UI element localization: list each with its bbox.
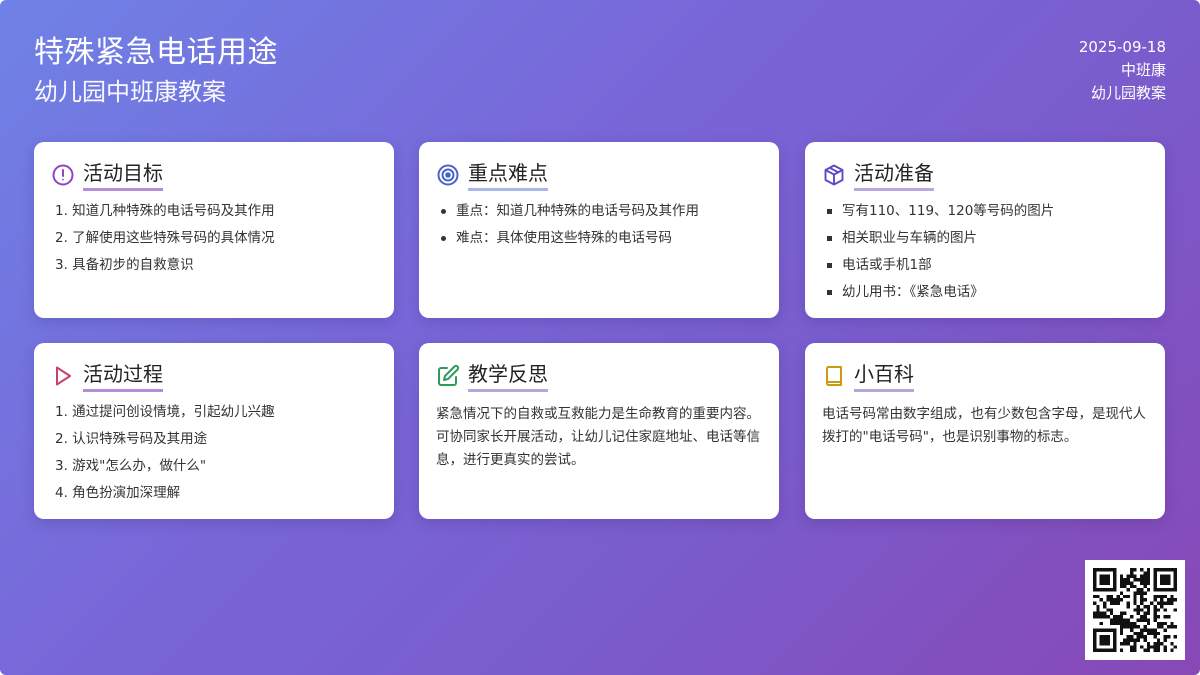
page-title: 特殊紧急电话用途 xyxy=(34,35,278,70)
list-item: 电话或手机1部 xyxy=(822,256,1149,274)
list-item: 3. 游戏"怎么办，做什么" xyxy=(55,458,207,474)
card-title: 重点难点 xyxy=(468,159,548,191)
qr-code-icon xyxy=(1085,560,1185,660)
card-header: 活动目标 xyxy=(51,159,378,191)
card-header: 重点难点 xyxy=(436,159,763,191)
list-item: 2. 了解使用这些特殊号码的具体情况 xyxy=(55,230,275,246)
list-item: 幼儿用书：《紧急电话》 xyxy=(822,283,1149,301)
card-activity-process: 活动过程 1. 通过提问创设情境，引起幼儿兴趣 2. 认识特殊号码及其用途 3.… xyxy=(34,343,394,519)
list-item: 写有110、119、120等号码的图片 xyxy=(822,202,1149,220)
card-header: 小百科 xyxy=(822,360,1149,392)
list-item: 1. 通过提问创设情境，引起幼儿兴趣 xyxy=(55,404,275,420)
doc-type-label: 幼儿园教案 xyxy=(1090,84,1166,102)
list-item: 1. 知道几种特殊的电话号码及其作用 xyxy=(55,203,275,219)
class-label: 中班康 xyxy=(1120,61,1166,79)
exclamation-circle-icon xyxy=(51,163,75,187)
card-header: 活动准备 xyxy=(822,159,1149,191)
card-header: 教学反思 xyxy=(436,360,763,392)
date-label: 2025-09-18 xyxy=(1078,38,1166,56)
goals-list: 1. 知道几种特殊的电话号码及其作用 2. 了解使用这些特殊号码的具体情况 3.… xyxy=(51,202,378,274)
encyclopedia-text: 电话号码常由数字组成，也有少数包含字母，是现代人拨打的"电话号码"，也是识别事物… xyxy=(822,406,1146,445)
card-title: 活动过程 xyxy=(83,360,163,392)
card-title: 教学反思 xyxy=(468,360,548,392)
header-meta: 2025-09-18 中班康 幼儿园教案 xyxy=(1079,36,1166,105)
list-item: 重点：知道几种特殊的电话号码及其作用 xyxy=(436,202,763,220)
card-title: 活动目标 xyxy=(83,159,163,191)
page-subtitle: 幼儿园中班康教案 xyxy=(34,78,226,106)
list-item: 难点：具体使用这些特殊的电话号码 xyxy=(436,229,763,247)
card-title: 小百科 xyxy=(854,360,914,392)
list-item: 3. 具备初步的自救意识 xyxy=(55,257,194,273)
list-item: 2. 认识特殊号码及其用途 xyxy=(55,431,208,447)
play-icon xyxy=(51,364,75,388)
card-encyclopedia: 小百科 电话号码常由数字组成，也有少数包含字母，是现代人拨打的"电话号码"，也是… xyxy=(805,343,1165,519)
card-header: 活动过程 xyxy=(51,360,378,392)
lesson-plan-page: 特殊紧急电话用途 幼儿园中班康教案 2025-09-18 中班康 幼儿园教案 活… xyxy=(0,0,1200,675)
edit-icon xyxy=(436,364,460,388)
card-preparation: 活动准备 写有110、119、120等号码的图片 相关职业与车辆的图片 电话或手… xyxy=(805,142,1165,318)
target-icon xyxy=(436,163,460,187)
list-item: 相关职业与车辆的图片 xyxy=(822,229,1149,247)
card-teaching-reflection: 教学反思 紧急情况下的自救或互救能力是生命教育的重要内容。可协同家长开展活动，让… xyxy=(419,343,779,519)
list-item: 4. 角色扮演加深理解 xyxy=(55,485,181,501)
reflection-text: 紧急情况下的自救或互救能力是生命教育的重要内容。可协同家长开展活动，让幼儿记住家… xyxy=(436,406,760,468)
card-key-points: 重点难点 重点：知道几种特殊的电话号码及其作用 难点：具体使用这些特殊的电话号码 xyxy=(419,142,779,318)
key-points-list: 重点：知道几种特殊的电话号码及其作用 难点：具体使用这些特殊的电话号码 xyxy=(436,202,763,247)
card-activity-goals: 活动目标 1. 知道几种特殊的电话号码及其作用 2. 了解使用这些特殊号码的具体… xyxy=(34,142,394,318)
process-list: 1. 通过提问创设情境，引起幼儿兴趣 2. 认识特殊号码及其用途 3. 游戏"怎… xyxy=(51,403,378,502)
box-icon xyxy=(822,163,846,187)
preparation-list: 写有110、119、120等号码的图片 相关职业与车辆的图片 电话或手机1部 幼… xyxy=(822,202,1149,301)
card-title: 活动准备 xyxy=(854,159,934,191)
book-icon xyxy=(822,364,846,388)
